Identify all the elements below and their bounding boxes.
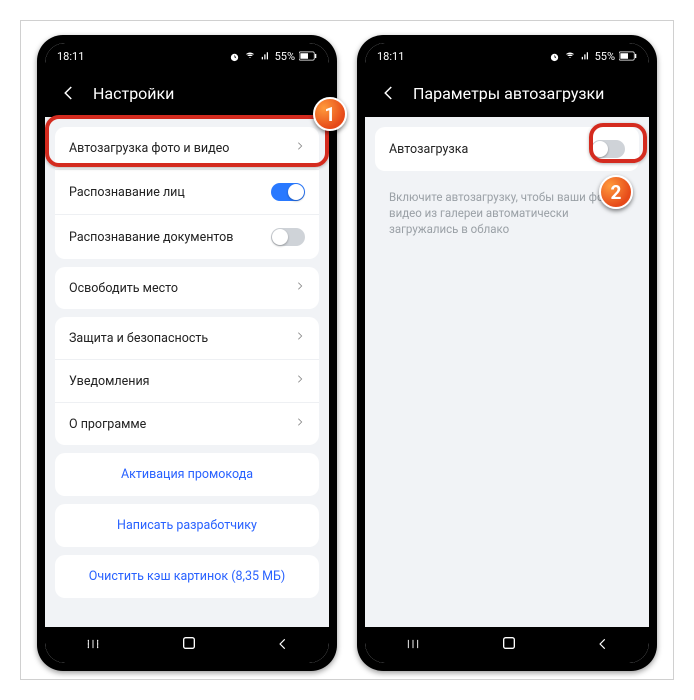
nav-bar [45,627,329,663]
badge-2: 2 [599,175,633,209]
nav-bar [365,627,649,663]
wifi-icon [564,51,576,61]
row-label: Распознавание лиц [69,185,185,200]
back-button[interactable] [379,83,399,103]
badge-1: 1 [313,97,347,131]
row-notifications[interactable]: Уведомления [55,359,319,402]
nav-back[interactable] [596,636,610,655]
row-label: Уведомления [69,374,150,389]
status-battery: 55% [595,50,615,63]
chevron-right-icon [295,373,305,389]
nav-back[interactable] [276,636,290,655]
page-title: Настройки [93,84,174,103]
app-bar: Параметры автозагрузки [365,69,649,117]
nav-recent[interactable] [84,636,102,655]
page-title: Параметры автозагрузки [413,84,604,103]
phone-right: 18:11 55% Параметры автозагрузки [357,35,657,671]
toggle-autoupload[interactable] [591,140,625,158]
app-bar: Настройки [45,69,329,117]
arrow-left-icon [380,84,398,102]
chevron-right-icon [295,140,305,156]
row-label: О программе [69,417,146,432]
row-label: Автозагрузка фото и видео [69,141,229,156]
back-button[interactable] [59,83,79,103]
status-time: 18:11 [377,50,404,63]
row-label: Распознавание документов [69,230,233,245]
link-write-dev[interactable]: Написать разработчику [55,504,319,547]
row-face-recognition[interactable]: Распознавание лиц [55,169,319,214]
wifi-icon [244,51,256,61]
chevron-right-icon [295,330,305,346]
battery-icon [299,51,317,61]
signal-icon [580,51,591,61]
chevron-right-icon [295,416,305,432]
row-label: Освободить место [69,281,178,296]
row-about[interactable]: О программе [55,402,319,445]
status-time: 18:11 [57,50,84,63]
row-autoupload-main[interactable]: Автозагрузка [375,127,639,171]
signal-icon [260,51,271,61]
row-autoupload[interactable]: Автозагрузка фото и видео [55,127,319,169]
alarm-icon [229,51,240,62]
row-label: Защита и безопасность [69,331,208,346]
nav-recent[interactable] [404,636,422,655]
arrow-left-icon [60,84,78,102]
row-doc-recognition[interactable]: Распознавание документов [55,214,319,259]
link-clear-cache[interactable]: Очистить кэш картинок (8,35 МБ) [55,555,319,598]
toggle-face[interactable] [271,183,305,201]
phone-left: 18:11 55% Настройки Автозагру [37,35,337,671]
status-bar: 18:11 55% [45,43,329,69]
status-battery: 55% [275,50,295,63]
chevron-right-icon [295,280,305,296]
row-free-space[interactable]: Освободить место [55,267,319,309]
status-bar: 18:11 55% [365,43,649,69]
nav-home[interactable] [501,635,517,655]
alarm-icon [549,51,560,62]
row-security[interactable]: Защита и безопасность [55,317,319,359]
nav-home[interactable] [181,635,197,655]
link-promo[interactable]: Активация промокода [55,453,319,496]
battery-icon [619,51,637,61]
row-label: Автозагрузка [389,142,468,157]
toggle-docs[interactable] [271,228,305,246]
